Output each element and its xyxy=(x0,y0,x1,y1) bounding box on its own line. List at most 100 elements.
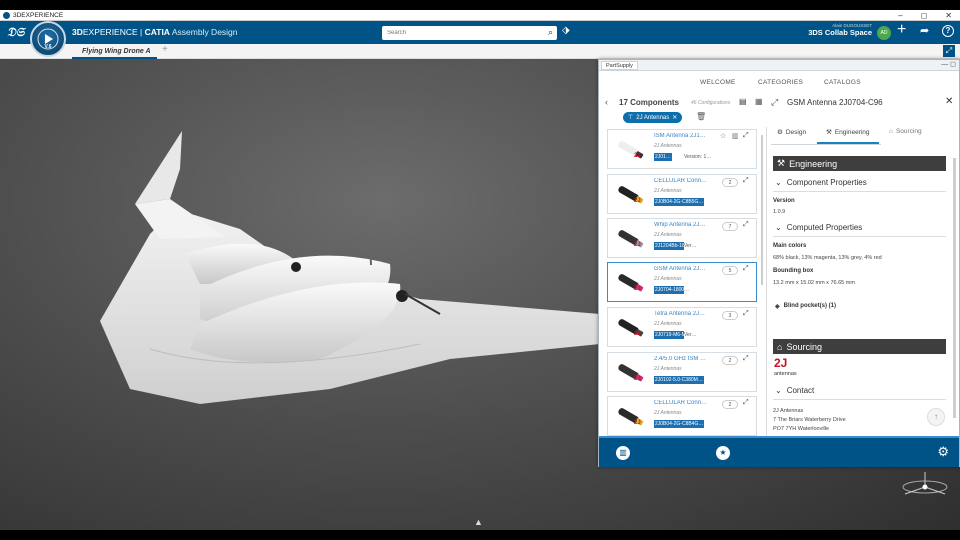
component-name[interactable]: CELLULAR Conn… xyxy=(654,400,712,406)
search-icon[interactable]: ⌕ xyxy=(548,27,553,38)
expand-icon[interactable]: ⤢ xyxy=(743,177,749,185)
component-name[interactable]: Whip Antenna 2J… xyxy=(654,222,712,228)
design-icon: ⚙ xyxy=(777,129,783,136)
catalog-icon[interactable]: ▥ xyxy=(616,446,630,460)
divider xyxy=(773,399,946,400)
window-titlebar: 3DEXPERIENCE xyxy=(0,10,960,21)
list-item[interactable]: 2J ISM Antenna 2J1… 2J Antennas 2J01… Versio… xyxy=(607,129,757,169)
component-version: Version: 1… xyxy=(684,154,712,160)
detail-title: GSM Antenna 2J0704-C96 xyxy=(787,98,883,107)
configuration-count-badge[interactable]: 7 xyxy=(722,222,738,231)
trash-icon[interactable]: 🗑 xyxy=(696,112,706,121)
supplier-logo-small: 2J xyxy=(634,153,641,159)
fullscreen-icon[interactable]: ⤢ xyxy=(943,45,955,57)
blind-pockets-label: Blind pocket(s) (1) xyxy=(783,303,836,309)
panel-title[interactable]: PartSupply xyxy=(601,61,638,70)
component-thumbnail xyxy=(611,400,649,434)
supplier-logo-word: antennas xyxy=(774,371,797,377)
configuration-count-badge[interactable]: 3 xyxy=(722,311,738,320)
nav-categories[interactable]: CATEGORIES xyxy=(758,79,803,86)
active-tab-indicator xyxy=(817,142,879,144)
configuration-count-badge[interactable]: 5 xyxy=(722,266,738,275)
component-properties-toggle[interactable]: ⌄ Component Properties xyxy=(775,178,867,187)
grid-view-icon[interactable]: ▦ xyxy=(755,97,763,106)
configuration-count-badge[interactable]: 2 xyxy=(722,356,738,365)
tab-engineering[interactable]: ⚒ Engineering xyxy=(826,128,870,137)
expand-icon[interactable]: ⤢ xyxy=(743,399,749,407)
user-block[interactable]: Alain DUGOUSSET 3DS Collab Space xyxy=(800,23,872,37)
contact-toggle[interactable]: ⌄ Contact xyxy=(775,386,814,395)
expand-icon[interactable]: ⤢ xyxy=(743,132,749,140)
component-name[interactable]: CELLULAR Conn… xyxy=(654,178,712,184)
minimize-button[interactable]: – xyxy=(898,11,902,20)
compare-icon[interactable]: ▥ xyxy=(732,132,739,140)
sort-icon[interactable]: ▤ xyxy=(739,97,747,106)
supplier-logo-small: 2J xyxy=(634,376,641,382)
ds-logo-icon[interactable]: 𝔇𝔖 xyxy=(7,25,24,40)
nav-catalogs[interactable]: CATALOGS xyxy=(824,79,861,86)
add-icon[interactable]: + xyxy=(897,21,906,39)
close-window-button[interactable]: ✕ xyxy=(945,11,952,20)
tag-icon[interactable]: ⬗ xyxy=(562,25,570,36)
expand-icon[interactable]: ⤢ xyxy=(743,310,749,318)
component-name[interactable]: Tetra Antenna 2J… xyxy=(654,311,712,317)
expand-icon[interactable]: ⤢ xyxy=(743,265,749,273)
filter-chip[interactable]: ⊤ 2J Antennas ✕ xyxy=(623,112,683,123)
expand-icon[interactable]: ⤢ xyxy=(743,355,749,363)
expand-detail-icon[interactable]: ⤢ xyxy=(771,97,778,108)
compass-version: V.6 xyxy=(44,44,52,50)
tab-flying-wing-drone[interactable]: Flying Wing Drone A xyxy=(72,44,157,59)
list-item[interactable]: 2J CELLULAR Conn… 2J Antennas 2J0B04-2G-C8B… xyxy=(607,396,757,436)
help-icon[interactable]: ? xyxy=(942,25,954,37)
list-item[interactable]: 2J Tetra Antenna 2J… 2J Antennas 2J0719-M6-… xyxy=(607,307,757,347)
component-version: Ver… xyxy=(684,243,697,249)
tab-sourcing-label: Sourcing xyxy=(895,128,922,135)
blind-pockets[interactable]: ◈ Blind pocket(s) (1) xyxy=(775,303,836,310)
gear-icon[interactable]: ⚙ xyxy=(937,444,949,460)
nav-welcome[interactable]: WELCOME xyxy=(700,79,736,86)
close-detail-icon[interactable]: ✕ xyxy=(945,96,953,107)
panel-controls[interactable]: — ◻ xyxy=(941,60,956,68)
star-icon[interactable]: ☆ xyxy=(720,132,726,140)
list-item[interactable]: 2J GSM Antenna 2J… 2J Antennas 2J0704-1800-… xyxy=(607,262,757,302)
component-brand: 2J Antennas xyxy=(654,143,682,149)
back-icon[interactable]: ‹ xyxy=(605,97,608,107)
expand-caret-icon[interactable]: ▲ xyxy=(474,517,483,527)
component-thumbnail xyxy=(611,311,649,345)
tab-design[interactable]: ⚙ Design xyxy=(777,128,806,137)
share-icon[interactable]: ➦ xyxy=(920,24,929,37)
component-name[interactable]: ISM Antenna 2J1… xyxy=(654,133,712,139)
filter-chip-label: 2J Antennas xyxy=(636,114,670,121)
detail-scrollbar[interactable] xyxy=(953,158,956,418)
list-item[interactable]: 2J Whip Antenna 2J… 2J Antennas 2J1204Bb-18… xyxy=(607,218,757,258)
collab-space-selector[interactable]: 3DS Collab Space xyxy=(800,28,872,37)
search-box[interactable]: ⌕ xyxy=(382,26,557,40)
tab-engineering-label: Engineering xyxy=(834,128,870,136)
configuration-count-badge[interactable]: 2 xyxy=(722,178,738,187)
supplier-logo-small: 2J xyxy=(634,198,641,204)
orientation-gizmo-icon[interactable] xyxy=(897,470,952,512)
favorites-icon[interactable]: ★ xyxy=(716,446,730,460)
list-item[interactable]: 2J 2.4/5.0 GHz ISM … 2J Antennas 2J0102-5.0… xyxy=(607,352,757,392)
avatar[interactable]: AD xyxy=(877,26,891,40)
remove-filter-icon[interactable]: ✕ xyxy=(672,114,677,121)
supplier-logo-small: 2J xyxy=(634,420,641,426)
main-colors-value: 68% black, 13% magenta, 13% grey, 4% red xyxy=(773,255,882,261)
computed-properties-label: Computed Properties xyxy=(786,223,863,232)
component-name[interactable]: 2.4/5.0 GHz ISM … xyxy=(654,356,712,362)
computed-properties-toggle[interactable]: ⌄ Computed Properties xyxy=(775,223,862,232)
maximize-button[interactable]: ◻ xyxy=(921,11,928,20)
compass-icon[interactable]: V.6 xyxy=(30,21,66,57)
list-scrollbar[interactable] xyxy=(761,135,763,285)
version-value: 1.0.9 xyxy=(773,209,786,215)
add-tab-button[interactable]: + xyxy=(162,44,168,55)
expand-icon[interactable]: ⤢ xyxy=(743,221,749,229)
component-name[interactable]: GSM Antenna 2J… xyxy=(654,266,712,272)
search-input[interactable] xyxy=(387,30,537,36)
scroll-top-button[interactable]: ↑ xyxy=(927,408,945,426)
tab-sourcing[interactable]: ⌂ Sourcing xyxy=(889,128,922,135)
supplier-logo-small: 2J xyxy=(634,242,641,248)
list-item[interactable]: 2J CELLULAR Conn… 2J Antennas 2J0B04-2G-C8B… xyxy=(607,174,757,214)
configuration-count-badge[interactable]: 2 xyxy=(722,400,738,409)
panel-titlebar: PartSupply — ◻ xyxy=(599,60,959,71)
